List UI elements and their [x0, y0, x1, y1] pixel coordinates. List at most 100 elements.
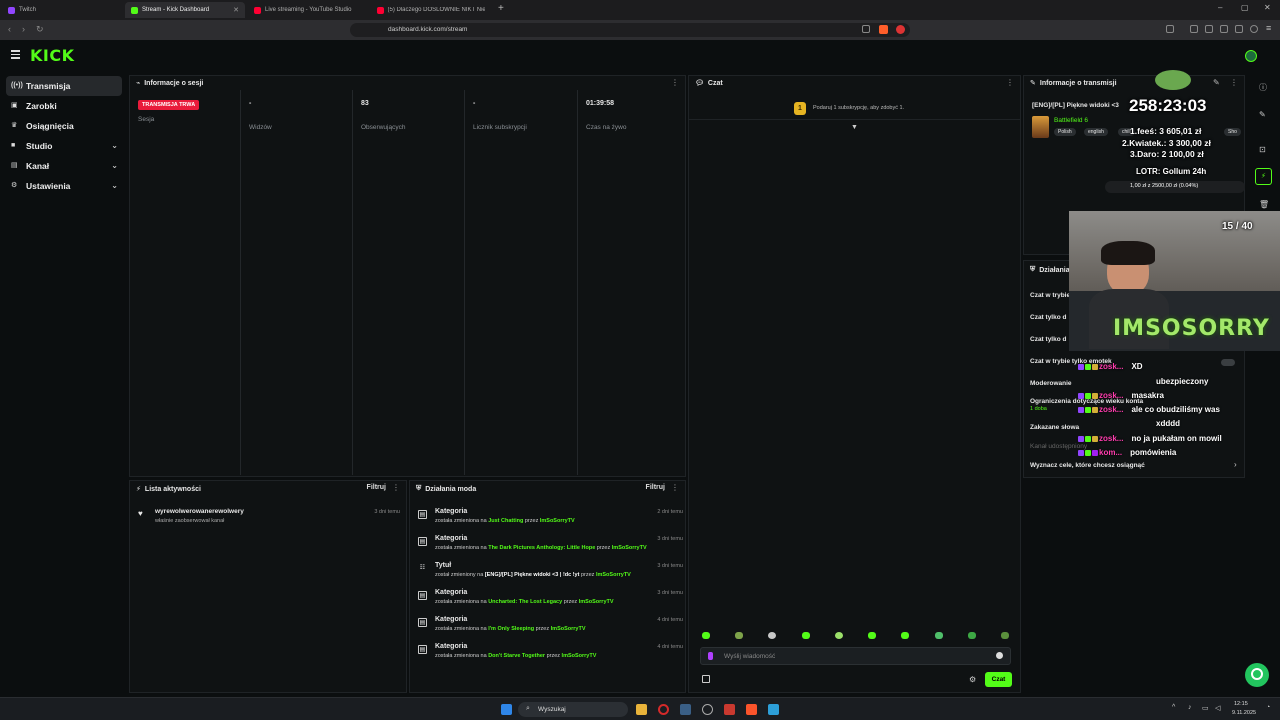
gift-icon[interactable] [702, 675, 710, 683]
bolt-icon[interactable]: ⚡ [1255, 168, 1272, 185]
tag-chip: english [1084, 128, 1108, 136]
tab-kick-dashboard[interactable]: Stream - Kick Dashboard ✕ [125, 2, 245, 18]
user-avatar[interactable] [1245, 50, 1257, 62]
close-window-button[interactable]: ✕ [1264, 3, 1271, 12]
panel-header: ⛨ Działania moda [410, 482, 685, 496]
emote-icon[interactable] [802, 632, 810, 639]
menu-icon[interactable]: ≡ [1266, 23, 1271, 33]
steam-icon[interactable] [680, 704, 691, 715]
category-icon: ▤ [418, 618, 427, 627]
help-chat-button[interactable] [1245, 663, 1269, 687]
opera-icon[interactable] [658, 704, 669, 715]
minimize-button[interactable]: – [1218, 3, 1222, 12]
activity-user[interactable]: wyrewolwerowanerewolwery [155, 508, 244, 515]
file-explorer-icon[interactable] [636, 704, 647, 715]
app-icon[interactable] [702, 704, 713, 715]
url-input[interactable]: dashboard.kick.com/stream [350, 23, 910, 37]
filter-button[interactable]: Filtruj [646, 484, 665, 491]
emote-icon[interactable] [935, 632, 943, 639]
sidebar-item-ustawienia[interactable]: ⚙ Ustawienia ⌄ [6, 176, 122, 196]
chevron-right-icon[interactable]: › [1234, 460, 1237, 469]
kick-logo[interactable]: KICK [30, 46, 75, 65]
emote-icon[interactable] [968, 632, 976, 639]
sidebar-item-osiagniecia[interactable]: ♛ Osiągnięcia [6, 116, 122, 136]
calculator-icon[interactable] [768, 704, 779, 715]
mod-action-time: 4 dni temu [657, 644, 683, 650]
clock-date[interactable]: 9.11.2025 [1232, 710, 1256, 716]
browser-tab-bar: Twitch Stream - Kick Dashboard ✕ Live st… [0, 0, 1280, 20]
emote-icon[interactable] [835, 632, 843, 639]
stream-category[interactable]: Battlefield 6 [1054, 117, 1088, 124]
clock-time[interactable]: 12:15 [1234, 701, 1248, 707]
volume-icon[interactable]: ◁ [1215, 704, 1220, 712]
overlay-chat-line: zosk... masakra [1078, 391, 1164, 400]
network-icon[interactable]: ▭ [1202, 704, 1209, 712]
more-options-icon[interactable]: ⋮ [392, 483, 400, 492]
close-tab-icon[interactable]: ✕ [233, 6, 239, 14]
profile-icon[interactable] [1250, 25, 1258, 33]
tab-title: (5) Dlaczego DOSLOWNIE NIKT Nie ... [387, 7, 486, 13]
sidebar-item-kanal[interactable]: ▤ Kanał ⌄ [6, 156, 122, 176]
capture-icon[interactable]: ⊡ [1259, 145, 1266, 154]
category-icon: ▤ [418, 510, 427, 519]
streamer-hair [1101, 241, 1155, 265]
tab-youtube-video[interactable]: (5) Dlaczego DOSLOWNIE NIKT Nie ... [371, 2, 491, 18]
pencil-icon[interactable]: ✎ [1259, 110, 1266, 119]
emote-icon[interactable] [768, 632, 776, 639]
new-tab-button[interactable]: + [498, 3, 504, 14]
stat-label: Widzów [249, 124, 272, 131]
emote-icon[interactable] [868, 632, 876, 639]
emote-icon[interactable] [1001, 632, 1009, 639]
trash-icon[interactable]: 🗑︎ [1259, 200, 1269, 209]
emote-icon[interactable] [735, 632, 743, 639]
sidebar-item-zarobki[interactable]: ▣ Zarobki [6, 96, 122, 116]
windows-start-icon[interactable] [501, 704, 512, 715]
hamburger-icon[interactable] [11, 50, 20, 61]
pepe-emote [1155, 70, 1191, 90]
media-app-icon[interactable] [724, 704, 735, 715]
overlay-chat-line: xdddd [1156, 419, 1180, 428]
emote-icon[interactable] [702, 632, 710, 639]
downloads-icon[interactable] [1220, 25, 1228, 33]
more-options-icon[interactable]: ⋮ [1006, 78, 1014, 87]
tray-chevron-icon[interactable]: ^ [1172, 704, 1175, 711]
emote-icon[interactable] [901, 632, 909, 639]
tab-twitch[interactable]: Twitch [2, 2, 122, 18]
reload-icon[interactable]: ↻ [36, 24, 44, 35]
chat-settings-icon[interactable]: ⚙ [969, 675, 976, 684]
media-icon[interactable] [1190, 25, 1198, 33]
taskbar-search[interactable]: ⌕ Wyszukaj [518, 702, 628, 717]
microphone-tray-icon[interactable]: ♪ [1188, 704, 1192, 711]
share-icon[interactable] [862, 25, 870, 33]
gift-sub-icon[interactable]: 1 [794, 102, 806, 115]
pencil-icon[interactable]: ✎ [1213, 78, 1220, 87]
extension-icon[interactable] [896, 25, 905, 34]
chat-input[interactable]: Wyślij wiadomość [700, 647, 1011, 665]
back-icon[interactable]: ‹ [8, 24, 11, 34]
maximize-button[interactable]: ▢ [1241, 3, 1249, 12]
emoji-icon[interactable] [996, 652, 1003, 659]
toggle-switch[interactable] [1221, 359, 1235, 366]
setting-label[interactable]: Wyznacz cele, które chcesz osiągnąć [1030, 462, 1145, 469]
brave-icon[interactable] [746, 704, 757, 715]
microphone-icon[interactable] [708, 652, 713, 660]
windows-taskbar: ⌕ Wyszukaj ^ ♪ ▭ ◁ 12:15 9.11.2025 ◔ [0, 697, 1280, 720]
mod-action-time: 3 dni temu [657, 590, 683, 596]
tab-youtube-studio[interactable]: Live streaming - YouTube Studio [248, 2, 368, 18]
sidebar-item-transmisja[interactable]: ((•)) Transmisja [6, 76, 122, 96]
more-options-icon[interactable]: ⋮ [1230, 78, 1238, 87]
more-options-icon[interactable]: ⋮ [671, 483, 679, 492]
bookmarks-icon[interactable] [1205, 25, 1213, 33]
sidebar-toggle-icon[interactable] [1166, 25, 1174, 33]
more-options-icon[interactable]: ⋮ [671, 78, 679, 87]
info-icon[interactable]: ⓘ [1259, 82, 1267, 93]
pinned-icon[interactable]: ▼ [851, 124, 858, 131]
wallet-icon[interactable] [1235, 25, 1243, 33]
notifications-icon[interactable]: ◔ [1266, 704, 1270, 711]
brave-shield-icon[interactable] [879, 25, 888, 34]
goal-title: LOTR: Gollum 24h [1136, 167, 1207, 176]
filter-button[interactable]: Filtruj [367, 484, 386, 491]
send-chat-button[interactable]: Czat [985, 672, 1012, 687]
sidebar-item-studio[interactable]: ■ Studio ⌄ [6, 136, 122, 156]
forward-icon[interactable]: › [22, 24, 25, 34]
